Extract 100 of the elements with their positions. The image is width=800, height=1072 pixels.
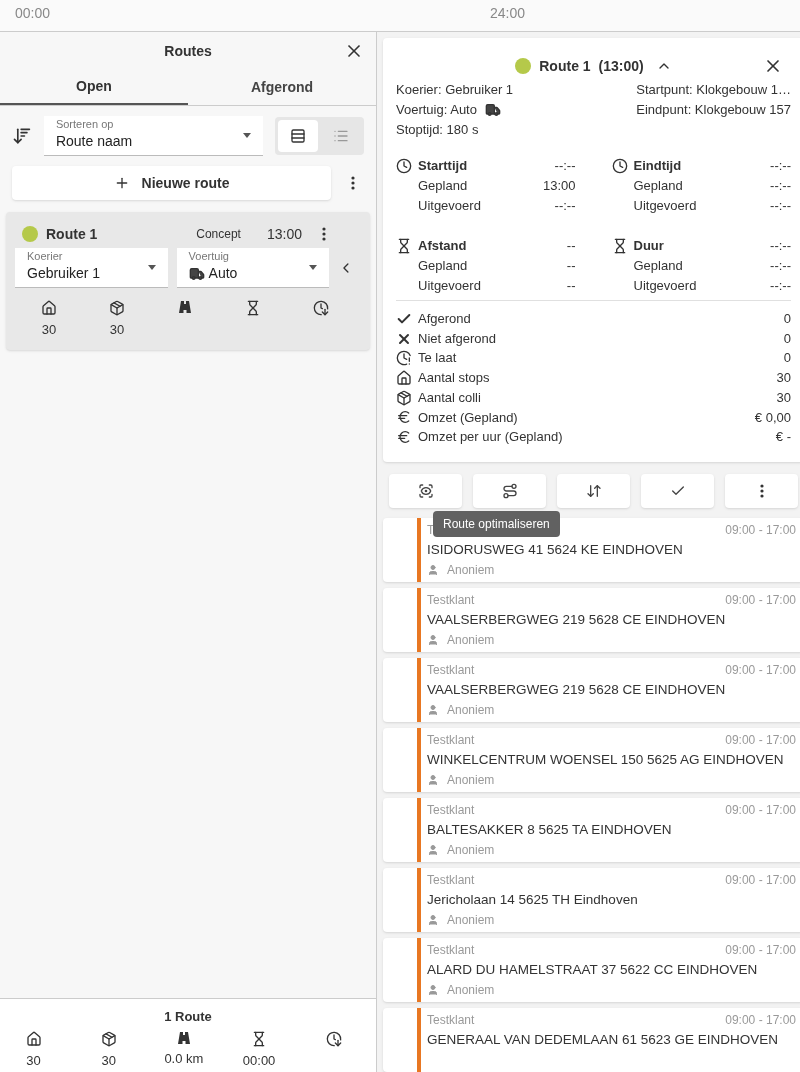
- stop-card[interactable]: Testklant 09:00 - 17:00 BALTESAKKER 8 5625 TA EINDHOVEN Anoniem: [383, 798, 800, 862]
- stop-card[interactable]: Testklant 09:00 - 17:00 VAALSERBERGWEG 219 5628 CE EINDHOVEN Anoniem: [383, 658, 800, 722]
- tab[interactable]: Open: [0, 70, 188, 105]
- time-window: 09:00 - 17:00: [725, 872, 796, 888]
- select-field[interactable]: Voertuig Auto: [176, 248, 330, 288]
- customer-name: Testklant: [427, 942, 475, 958]
- total-value: € -: [775, 428, 791, 447]
- list-icon: [333, 128, 349, 144]
- house-icon: [396, 369, 412, 386]
- sort-icon: [585, 483, 602, 499]
- dropdown-caret-icon: [309, 265, 318, 270]
- truck-icon: [188, 265, 205, 282]
- person-icon: [427, 634, 439, 646]
- metric-label: Gepland: [633, 257, 683, 275]
- person-icon: [427, 844, 439, 856]
- dropdown-caret-icon: [243, 133, 251, 138]
- field-value: Route naam: [55, 132, 133, 151]
- person-icon: [427, 704, 439, 716]
- customer-name: Testklant: [427, 592, 475, 608]
- focus-icon: [417, 483, 434, 499]
- field-value: Gebruiker 1: [27, 264, 101, 283]
- stop-card[interactable]: Testklant 09:00 - 17:00 WINKELCENTRUM WOENSEL 150 5625 AG EINDHOVEN Anoniem: [383, 728, 800, 792]
- time-window: 09:00 - 17:00: [725, 592, 796, 608]
- stop-card[interactable]: Testklant 09:00 - 17:00 VAALSERBERGWEG 219 5628 CE EINDHOVEN Anoniem: [383, 588, 800, 652]
- metric-value: --:--: [770, 177, 791, 195]
- total-label: Niet afgerond: [418, 329, 497, 348]
- more-icon[interactable]: [351, 176, 355, 190]
- timeline-label: 24:00: [490, 5, 526, 21]
- tab[interactable]: Afgerond: [188, 70, 376, 105]
- metric-label: Uitgevoerd: [418, 197, 481, 215]
- panel-title: Routes: [164, 41, 212, 61]
- metric-value: --: [566, 257, 576, 275]
- select-field[interactable]: Sorteren op Route naam: [43, 116, 263, 156]
- metric-value: --:--: [770, 157, 791, 175]
- more-icon[interactable]: [322, 227, 326, 241]
- metric-value: --:--: [770, 237, 791, 255]
- info-text: Startpunt: Klokgebouw 1…: [636, 81, 791, 99]
- timeline-label: 00:00: [15, 5, 51, 21]
- metric-value: --:--: [770, 277, 791, 295]
- road-icon: [176, 1030, 191, 1045]
- contact-name: Anoniem: [447, 632, 495, 649]
- truck-icon: [484, 102, 501, 118]
- stop-address: Jericholaan 14 5625 TH Eindhoven: [427, 891, 639, 909]
- total-value: 0: [783, 329, 791, 348]
- metric-title: Starttijd: [418, 157, 468, 175]
- customer-name: Testklant: [427, 802, 475, 818]
- route-time: (13:00): [598, 56, 644, 76]
- stop-address: ALARD DU HAMELSTRAAT 37 5622 CC EINDHOVEN: [427, 961, 759, 979]
- stop-address: VAALSERBERGWEG 219 5628 CE EINDHOVEN: [427, 681, 727, 699]
- metric-value: --: [566, 237, 576, 255]
- metric-label: Uitgevoerd: [633, 197, 697, 215]
- route-time: 13:00: [266, 224, 302, 244]
- total-value: 0: [783, 310, 791, 328]
- route-status: Concept: [196, 226, 241, 243]
- view-button[interactable]: [278, 120, 318, 152]
- total-label: Afgerond: [418, 310, 471, 328]
- metric-value: --:--: [554, 197, 576, 215]
- metric-title: Duur: [633, 237, 664, 255]
- total-value: 0: [783, 349, 791, 368]
- time-window: 09:00 - 17:00: [725, 662, 796, 678]
- stop-card[interactable]: Testklant 09:00 - 17:00 GENERAAL VAN DEDEMLAAN 61 5623 GE EINDHOVEN: [383, 1008, 800, 1072]
- more-icon: [759, 484, 764, 498]
- road-icon: [178, 300, 192, 314]
- stop-card[interactable]: Testklant 09:00 - 17:00 ALARD DU HAMELSTRAAT 37 5622 CC EINDHOVEN Anoniem: [383, 938, 800, 1002]
- route-card[interactable]: Route 1 Concept 13:00 Koerier Gebruiker 1 Voertuig Auto 30 30: [6, 212, 370, 350]
- stop-address: ISIDORUSWEG 41 5624 KE EINDHOVEN: [427, 541, 684, 559]
- stat-value: 30: [26, 1051, 41, 1070]
- metric-label: Gepland: [633, 177, 683, 195]
- field-label: Sorteren op: [55, 118, 115, 131]
- metric-value: --:--: [770, 197, 791, 215]
- field-label: Voertuig: [188, 250, 230, 263]
- select-field[interactable]: Koerier Gebruiker 1: [15, 248, 168, 288]
- sort-icon[interactable]: [12, 126, 32, 146]
- field-value: Auto: [208, 264, 238, 283]
- toolbar-button[interactable]: [473, 474, 546, 508]
- info-text: Voertuig: Auto: [396, 101, 477, 119]
- info-text: Eindpunt: Klokgebouw 157: [636, 101, 791, 119]
- metric-value: 13:00: [542, 177, 576, 195]
- clock-icon: [396, 350, 412, 367]
- euro-icon: [396, 409, 412, 426]
- metric-label: Gepland: [418, 257, 468, 275]
- customer-name: Testklant: [427, 1012, 475, 1028]
- toolbar-button[interactable]: [389, 474, 462, 508]
- stop-card[interactable]: Testklant 09:00 - 17:00 Jericholaan 14 5625 TH Eindhoven Anoniem: [383, 868, 800, 932]
- contact-name: Anoniem: [447, 562, 495, 579]
- customer-name: Testklant: [427, 732, 475, 748]
- metric-label: Uitgevoerd: [418, 277, 481, 295]
- time-window: 09:00 - 17:00: [725, 802, 796, 818]
- hourglass-icon: [245, 300, 261, 316]
- field-label: Koerier: [27, 250, 64, 263]
- total-value: 30: [776, 388, 791, 407]
- new-route-button[interactable]: Nieuwe route: [12, 166, 331, 200]
- stat-value: 00:00: [242, 1051, 276, 1070]
- hourglass-icon: [396, 238, 412, 254]
- rows-icon: [290, 128, 306, 144]
- contact-name: Anoniem: [447, 702, 495, 719]
- box-icon: [109, 300, 125, 316]
- box-icon: [100, 1030, 117, 1047]
- contact-name: Anoniem: [447, 842, 495, 859]
- clock-icon: [611, 158, 628, 174]
